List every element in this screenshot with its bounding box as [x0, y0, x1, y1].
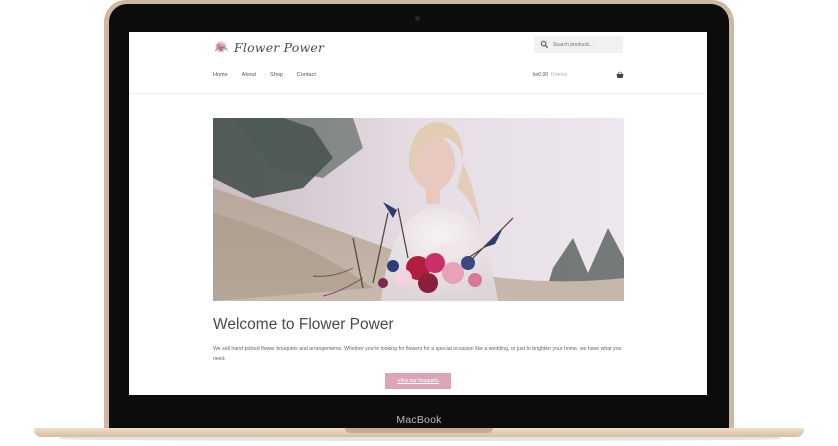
site-name: Flower Power [234, 39, 325, 55]
camera-icon [415, 16, 420, 21]
intro-text: We sell hand-picked flower bouquets and … [213, 346, 622, 362]
nav-item-contact[interactable]: Contact [297, 72, 316, 78]
page-title: Welcome to Flower Power [213, 316, 394, 333]
view-bouquets-button[interactable]: View our bouquets [385, 373, 451, 389]
cart-amount: kn0.00 [533, 72, 549, 78]
main-nav: Home About Shop Contact [213, 72, 330, 78]
search-icon [540, 40, 549, 49]
search-box[interactable] [534, 36, 623, 53]
basket-icon[interactable] [616, 71, 624, 79]
laptop-base-notch [345, 428, 493, 433]
hero-image [213, 118, 624, 301]
laptop-shadow [60, 437, 780, 441]
browser-screen: Flower Power Home About Shop Contact kn0… [129, 32, 707, 395]
cart-item-count: 0 items [551, 72, 568, 78]
site-logo[interactable]: Flower Power [213, 38, 324, 56]
device-label: MacBook [396, 414, 442, 426]
nav-item-home[interactable]: Home [213, 72, 228, 78]
header-divider [129, 93, 707, 94]
cart-summary[interactable]: kn0.00 0 items [533, 72, 567, 78]
flower-logo-icon [214, 41, 229, 53]
nav-item-shop[interactable]: Shop [270, 72, 283, 78]
search-input[interactable] [553, 41, 623, 48]
nav-item-about[interactable]: About [242, 72, 256, 78]
